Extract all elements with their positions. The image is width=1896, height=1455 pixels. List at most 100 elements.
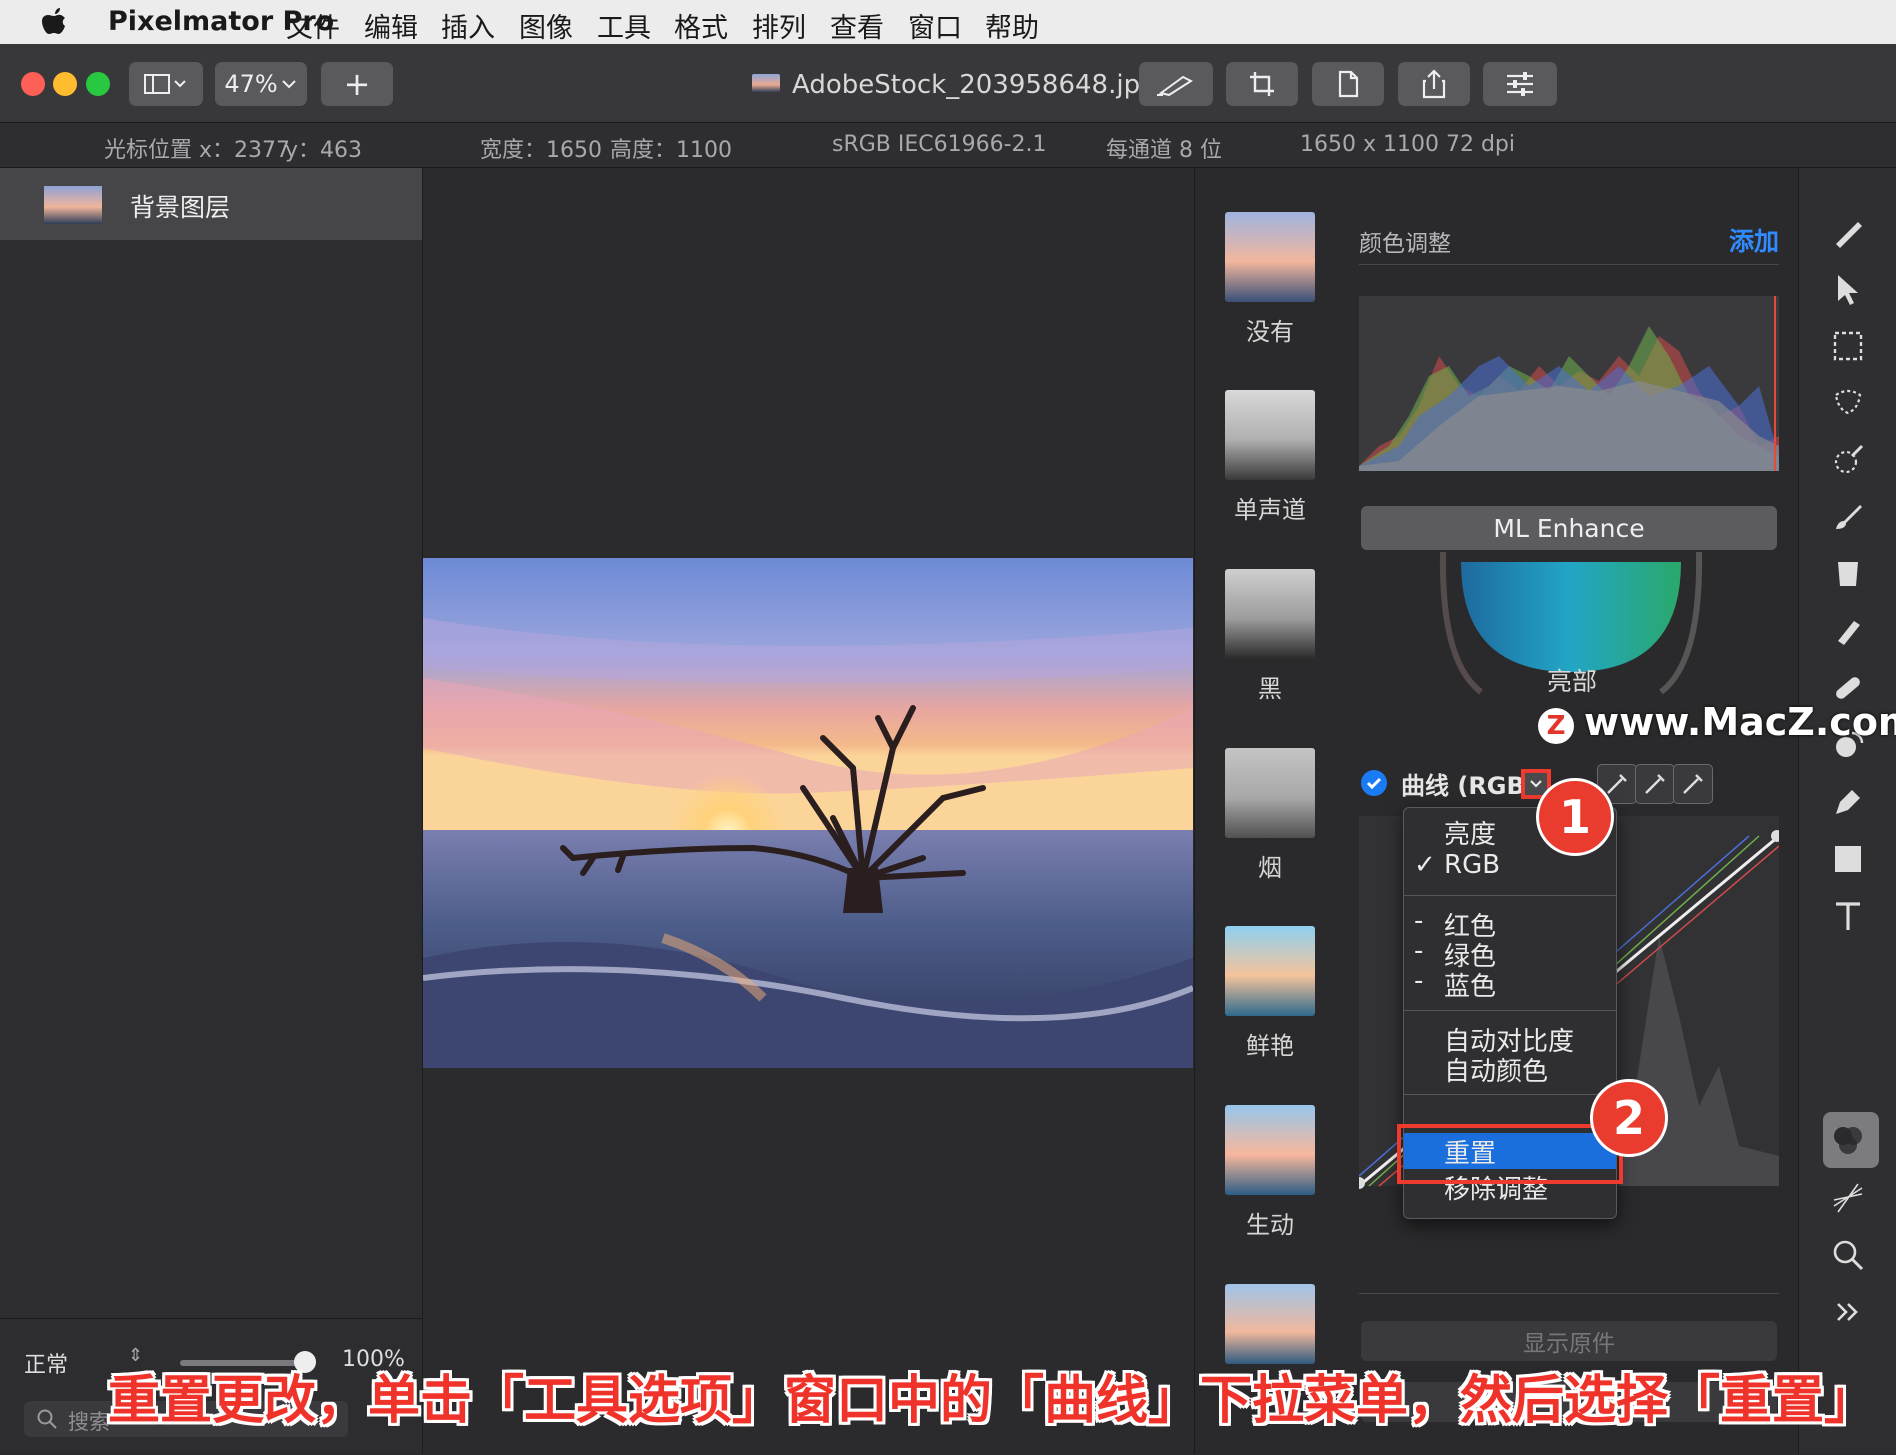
document-title: AdobeStock_203958648.jpg <box>792 70 1157 100</box>
preset-smoke[interactable]: 烟 <box>1225 748 1315 883</box>
white-point-picker[interactable] <box>1673 764 1713 804</box>
menu-item-auto-color[interactable]: 自动颜色 <box>1404 1051 1616 1087</box>
sliders-icon <box>1507 72 1533 96</box>
preset-mono[interactable]: 单声道 <box>1225 390 1315 525</box>
menu-format[interactable]: 格式 <box>674 6 728 45</box>
menu-arrange[interactable]: 排列 <box>752 6 806 45</box>
preset-thumbnail <box>1225 1284 1315 1364</box>
cursor-x: 光标位置 x：2377 <box>104 138 291 163</box>
type-icon[interactable] <box>1830 898 1866 934</box>
menu-item-label: 蓝色 <box>1444 972 1497 1002</box>
sidebar-icon <box>144 74 186 94</box>
repair-tool-button[interactable] <box>1139 62 1213 106</box>
arrange-tool-icon[interactable] <box>1830 271 1866 307</box>
apple-icon[interactable] <box>40 6 68 38</box>
preset-black[interactable]: 黑 <box>1225 569 1315 704</box>
reset-highlight-box <box>1397 1124 1623 1184</box>
tutorial-caption: 重置更改，单击「工具选项」窗口中的「曲线」下拉菜单，然后选择「重置」 <box>108 1371 1877 1431</box>
menu-separator <box>1404 1010 1616 1011</box>
paint-brush-icon[interactable] <box>1830 499 1866 535</box>
preset-vivid[interactable]: 生动 <box>1225 1105 1315 1240</box>
color-selection-icon[interactable] <box>1830 442 1866 478</box>
document-thumbnail <box>752 74 780 92</box>
layers-panel: 背景图层 正常 ⇕ 100% 搜索 <box>0 168 423 1454</box>
menu-insert[interactable]: 插入 <box>441 6 495 45</box>
preset-label: 没有 <box>1246 318 1294 346</box>
menu-item-mark: - <box>1414 936 1424 966</box>
add-button[interactable]: + <box>321 62 393 106</box>
selection-tool-icon[interactable] <box>1830 328 1866 364</box>
retouch-icon[interactable] <box>1830 613 1866 649</box>
tool-options-button[interactable] <box>1483 62 1557 106</box>
image-height: 高度：1100 <box>610 138 732 163</box>
menu-view[interactable]: 查看 <box>830 6 884 45</box>
brush-icon <box>1157 75 1194 97</box>
menu-item-rgb[interactable]: ✓ RGB <box>1404 850 1616 886</box>
menu-help[interactable]: 帮助 <box>985 6 1039 45</box>
menu-edit[interactable]: 编辑 <box>364 6 418 45</box>
panel-title: 颜色调整 <box>1359 231 1451 257</box>
close-button[interactable] <box>21 72 45 96</box>
preset-label: 烟 <box>1258 854 1282 882</box>
preset-none[interactable]: 没有 <box>1225 212 1315 347</box>
divider <box>1359 264 1779 265</box>
layer-thumbnail <box>44 186 102 224</box>
highlights-label: 亮部 <box>1547 667 1598 696</box>
menu-item-blue[interactable]: - 蓝色 <box>1404 966 1616 1002</box>
crop-button[interactable] <box>1226 62 1298 106</box>
preset-thumbnail <box>1225 569 1315 659</box>
quick-selection-icon[interactable] <box>1830 385 1866 421</box>
ml-enhance-button[interactable]: ML Enhance <box>1361 506 1777 550</box>
paint-bucket-icon[interactable] <box>1830 556 1866 592</box>
canvas-area[interactable] <box>423 168 1193 1454</box>
gray-point-picker[interactable] <box>1635 764 1675 804</box>
cursor-y: y：463 <box>285 138 363 163</box>
menu-window[interactable]: 窗口 <box>908 6 962 45</box>
layer-row[interactable]: 背景图层 <box>0 168 422 240</box>
menu-tools[interactable]: 工具 <box>597 6 651 45</box>
watermark-text: www.MacZ.com <box>1584 700 1896 744</box>
menu-file[interactable]: 文件 <box>286 6 340 45</box>
menu-item-mark: - <box>1414 966 1424 996</box>
menu-separator <box>1404 1094 1616 1095</box>
menu-item-label: 自动颜色 <box>1444 1057 1549 1087</box>
preset-label: 黑 <box>1258 675 1282 703</box>
effects-icon[interactable] <box>1830 1180 1866 1216</box>
eyedropper-icon <box>1645 774 1665 794</box>
menu-separator <box>1404 895 1616 896</box>
sidebar-toggle-button[interactable] <box>129 62 203 106</box>
preset-label: 生动 <box>1246 1211 1294 1239</box>
zoom-value: 47% <box>224 70 278 98</box>
pen-icon[interactable] <box>1830 784 1866 820</box>
plus-icon: + <box>343 65 371 103</box>
preset-thumbnail <box>1225 926 1315 1016</box>
preset-label: 单声道 <box>1234 496 1306 524</box>
preset-more[interactable] <box>1225 1284 1315 1364</box>
document-icon <box>1338 70 1359 98</box>
chevron-down-icon <box>1530 780 1542 788</box>
minimize-button[interactable] <box>53 72 77 96</box>
step-badge-1: 1 <box>1536 778 1614 856</box>
shape-icon[interactable] <box>1830 841 1866 877</box>
blend-mode-select[interactable]: 正常 <box>24 1347 68 1379</box>
menu-image[interactable]: 图像 <box>519 6 573 45</box>
share-button[interactable] <box>1398 62 1470 106</box>
format-button[interactable] <box>1312 62 1384 106</box>
checkmark-icon: ✓ <box>1414 850 1436 880</box>
zoom-button[interactable] <box>86 72 110 96</box>
sunset-photo[interactable] <box>423 558 1193 1068</box>
menu-item-label: 亮度 <box>1444 820 1497 850</box>
add-adjustment-button[interactable]: 添加 <box>1729 222 1779 258</box>
toolbar: 47% + AdobeStock_203958648.jpg <box>0 44 1896 123</box>
style-tool-icon[interactable] <box>1830 214 1866 250</box>
curves-enabled-checkbox[interactable] <box>1361 770 1387 796</box>
crop-icon <box>1250 72 1274 96</box>
show-original-button[interactable]: 显示原件 <box>1361 1321 1777 1361</box>
color-profile: sRGB IEC61966-2.1 <box>832 132 1047 157</box>
expand-chevron-icon[interactable] <box>1830 1294 1866 1330</box>
zoom-tool-icon[interactable] <box>1830 1237 1866 1273</box>
image-width: 宽度：1650 <box>480 138 602 163</box>
preset-thumbnail <box>1225 390 1315 480</box>
zoom-dropdown[interactable]: 47% <box>215 62 307 106</box>
preset-vibrant[interactable]: 鲜艳 <box>1225 926 1315 1061</box>
